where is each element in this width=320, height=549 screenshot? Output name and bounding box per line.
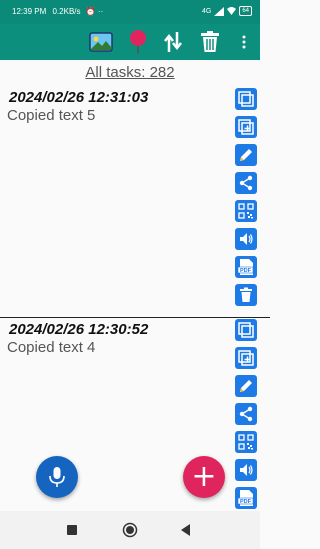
entry-actions: PDF — [235, 319, 259, 515]
entry-timestamp: 2024/02/26 12:30:52 — [9, 321, 149, 338]
pdf-button[interactable]: PDF — [235, 256, 257, 278]
battery-indicator: 64 — [239, 6, 252, 16]
entry-text: Copied text 4 — [7, 339, 96, 356]
more-icon — [242, 35, 246, 49]
edit-icon — [240, 380, 252, 392]
sort-icon — [164, 32, 182, 52]
add-icon — [238, 350, 254, 366]
pin-button[interactable] — [123, 27, 153, 57]
copy-icon — [238, 322, 254, 338]
system-nav-bar — [0, 511, 260, 549]
speaker-icon — [240, 464, 253, 476]
entry-timestamp: 2024/02/26 12:31:03 — [9, 89, 149, 106]
recents-button[interactable] — [63, 521, 81, 539]
home-circle-icon — [122, 522, 138, 538]
status-bar: 12:39 PM 0.2KB/s ⏰ ·· 4G 64 — [0, 0, 260, 24]
add-button[interactable] — [235, 347, 257, 369]
image-button[interactable] — [86, 27, 116, 57]
pdf-label: PDF — [240, 268, 252, 274]
more-options-button[interactable] — [229, 27, 259, 57]
plus-icon: + — [191, 459, 217, 494]
add-task-button[interactable]: + — [183, 456, 225, 498]
trash-icon — [201, 31, 219, 52]
qr-button[interactable] — [235, 200, 257, 222]
share-icon — [239, 175, 253, 191]
pin-icon — [130, 30, 146, 54]
signal-icon — [214, 6, 225, 16]
speak-button[interactable] — [235, 228, 257, 250]
copy-button[interactable] — [235, 88, 257, 110]
home-button[interactable] — [121, 521, 139, 539]
status-extras: ⏰ ·· — [85, 7, 104, 16]
square-icon — [67, 525, 77, 535]
image-icon — [89, 32, 113, 52]
qr-icon — [238, 434, 254, 450]
entry-divider — [0, 317, 270, 318]
copy-icon — [238, 91, 254, 107]
delete-icon — [240, 287, 252, 302]
copy-button[interactable] — [235, 319, 257, 341]
edit-button[interactable] — [235, 144, 257, 166]
share-icon — [239, 406, 253, 422]
wifi-icon — [227, 7, 237, 15]
app-toolbar — [0, 24, 260, 60]
status-time: 12:39 PM — [12, 7, 47, 16]
qr-button[interactable] — [235, 431, 257, 453]
share-button[interactable] — [235, 172, 257, 194]
pdf-icon: PDF — [237, 490, 254, 506]
back-button[interactable] — [177, 521, 195, 539]
delete-all-button[interactable] — [195, 27, 225, 57]
speak-button[interactable] — [235, 459, 257, 481]
qr-icon — [238, 203, 254, 219]
entry-text: Copied text 5 — [7, 107, 96, 124]
edit-icon — [240, 149, 252, 161]
add-icon — [238, 119, 254, 135]
status-net-speed: 0.2KB/s — [52, 7, 81, 16]
pdf-label: PDF — [240, 499, 252, 505]
all-tasks-count: All tasks: 282 — [85, 64, 175, 81]
back-triangle-icon — [181, 524, 190, 536]
network-type: 4G — [201, 7, 212, 15]
add-button[interactable] — [235, 116, 257, 138]
voice-input-button[interactable] — [36, 456, 78, 498]
task-entry[interactable]: 2024/02/26 12:30:52 Copied text 4 — [0, 321, 232, 356]
delete-button[interactable] — [235, 284, 257, 306]
entry-actions: PDF — [235, 88, 259, 312]
share-button[interactable] — [235, 403, 257, 425]
sort-button[interactable] — [158, 27, 188, 57]
speaker-icon — [240, 233, 253, 245]
pdf-icon: PDF — [237, 259, 254, 275]
pdf-button[interactable]: PDF — [235, 487, 257, 509]
microphone-icon — [49, 467, 65, 487]
edit-button[interactable] — [235, 375, 257, 397]
status-left: 12:39 PM 0.2KB/s ⏰ ·· — [12, 7, 103, 16]
status-right: 4G 64 — [202, 6, 252, 16]
task-entry[interactable]: 2024/02/26 12:31:03 Copied text 5 — [0, 89, 232, 124]
